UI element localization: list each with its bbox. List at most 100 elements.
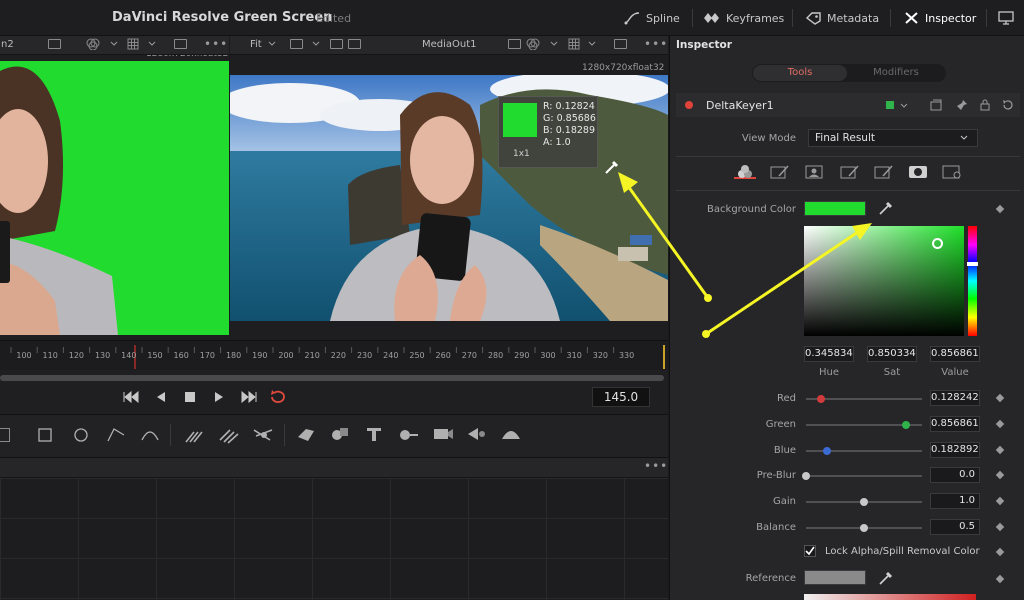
camera-3d-icon[interactable] <box>432 425 454 443</box>
loop-icon[interactable] <box>268 389 288 405</box>
merge-3d-icon[interactable] <box>398 425 420 443</box>
grid-icon[interactable] <box>127 38 139 50</box>
reference-color-swatch[interactable] <box>804 570 866 585</box>
tool-icon[interactable] <box>0 428 10 442</box>
keyframes-button[interactable]: Keyframes <box>704 0 784 36</box>
node-color-swatch[interactable] <box>886 101 894 109</box>
key-subtab-icon[interactable] <box>735 164 755 182</box>
gain-label: Gain <box>773 496 796 508</box>
more-options-icon[interactable]: ••• <box>644 459 668 473</box>
viewer-toggle-icon[interactable] <box>330 39 343 49</box>
pin-icon[interactable] <box>956 99 968 111</box>
sat-field[interactable]: 0.850334 <box>867 346 917 362</box>
red-field[interactable]: 0.128242 <box>930 390 980 406</box>
more-options-icon[interactable]: ••• <box>204 37 228 51</box>
reference-gradient-bar[interactable] <box>804 594 976 600</box>
grid-icon[interactable] <box>568 38 580 50</box>
chevron-down-icon[interactable] <box>312 41 320 47</box>
chevron-down-icon[interactable] <box>268 41 276 47</box>
safe-area-icon[interactable] <box>614 39 627 49</box>
chevron-down-icon[interactable] <box>960 135 968 141</box>
shape-3d-icon[interactable] <box>330 425 350 443</box>
chevron-down-icon[interactable] <box>110 41 118 47</box>
timeline-ruler[interactable]: 100 110 120 130 140 150 160 170 180 190 200 210 220 2… <box>0 340 668 370</box>
lock-icon[interactable] <box>980 99 990 111</box>
chevron-down-icon[interactable] <box>550 41 558 47</box>
fit-zoom-menu[interactable]: Fit <box>250 39 262 50</box>
balance-field[interactable]: 0.5 <box>930 519 980 535</box>
green-field[interactable]: 0.856861 <box>930 415 980 432</box>
ellipse-mask-icon[interactable] <box>74 428 88 442</box>
bspline-mask-icon[interactable] <box>140 428 160 442</box>
settings-subtab-icon[interactable] <box>942 164 962 182</box>
viewer-layout-icon[interactable] <box>290 39 303 49</box>
ruler-tick-label: 210 <box>304 351 320 360</box>
blue-slider-handle[interactable] <box>822 446 831 455</box>
viewer-layout-icon[interactable] <box>508 39 521 49</box>
chevron-down-icon[interactable] <box>900 103 908 109</box>
reset-icon[interactable] <box>1002 99 1014 111</box>
spotlight-3d-icon[interactable] <box>466 425 488 443</box>
balance-slider-handle[interactable] <box>860 524 868 532</box>
background-color-swatch[interactable] <box>804 201 866 216</box>
green-slider-handle[interactable] <box>901 420 910 429</box>
color-picker-handle[interactable] <box>932 238 943 249</box>
chevron-down-icon[interactable] <box>148 41 156 47</box>
image-plane-3d-icon[interactable] <box>296 425 316 443</box>
play-reverse-icon[interactable] <box>156 392 166 402</box>
color-channels-icon[interactable] <box>86 38 100 50</box>
monitor-icon[interactable] <box>998 11 1014 25</box>
safe-area-icon[interactable] <box>174 39 187 49</box>
fringe-subtab-icon[interactable] <box>840 164 860 182</box>
skip-to-end-icon[interactable] <box>240 391 258 403</box>
skip-to-start-icon[interactable] <box>122 391 140 403</box>
particle-merge-icon[interactable] <box>252 426 274 444</box>
right-viewer-node[interactable]: MediaOut1 <box>422 39 477 50</box>
eyedropper-icon[interactable] <box>878 570 894 586</box>
mask-subtab-icon[interactable] <box>908 164 928 182</box>
spline-button[interactable]: Spline <box>624 0 680 36</box>
text-3d-icon[interactable] <box>364 425 384 443</box>
hue-slider[interactable] <box>967 226 978 336</box>
renderer-3d-icon[interactable] <box>500 425 522 443</box>
matte-subtab-icon[interactable] <box>805 164 825 182</box>
view-mode-select[interactable]: Final Result <box>808 129 978 147</box>
color-picker-field[interactable] <box>804 226 964 336</box>
node-editor-canvas[interactable] <box>0 478 668 600</box>
rectangle-mask-icon[interactable] <box>38 428 52 442</box>
chevron-down-icon[interactable] <box>588 41 596 47</box>
prematte-subtab-icon[interactable] <box>770 164 790 182</box>
left-viewer-tab[interactable]: n2 <box>1 39 14 50</box>
inspector-label: Inspector <box>925 11 977 25</box>
particle-emitter-icon[interactable] <box>184 426 206 444</box>
eyedropper-icon[interactable] <box>878 200 894 216</box>
left-viewer[interactable]: 1280x720xfloat32 <box>0 55 229 340</box>
tab-modifiers[interactable]: Modifiers <box>847 65 945 81</box>
gain-field[interactable]: 1.0 <box>930 493 980 510</box>
versions-icon[interactable] <box>930 99 942 111</box>
hue-slider-handle[interactable] <box>967 262 978 266</box>
time-scrub-bar[interactable] <box>0 375 664 381</box>
pre-blur-slider[interactable] <box>806 475 922 478</box>
tab-tools[interactable]: Tools <box>753 65 847 81</box>
lock-alpha-checkbox[interactable] <box>804 545 816 557</box>
play-icon[interactable] <box>214 392 224 402</box>
right-viewer[interactable]: 1280x720xfloat32 R: 0.12824 G: 0.85686 B… <box>230 55 668 340</box>
pre-blur-field[interactable]: 0.0 <box>930 467 980 484</box>
particle-render-icon[interactable] <box>218 426 240 444</box>
viewer-toggle-icon[interactable] <box>348 39 361 49</box>
polygon-mask-icon[interactable] <box>106 427 126 443</box>
inspector-button[interactable]: Inspector <box>904 0 976 36</box>
value-field[interactable]: 0.856861 <box>930 346 980 362</box>
stop-icon[interactable] <box>185 392 195 402</box>
tuning-subtab-icon[interactable] <box>874 164 894 182</box>
viewer-layout-icon[interactable] <box>48 39 61 49</box>
more-options-icon[interactable]: ••• <box>644 37 668 51</box>
reference-label: Reference <box>745 573 796 584</box>
hue-field[interactable]: 0.345834 <box>804 346 854 362</box>
current-frame-field[interactable]: 145.0 <box>592 387 650 407</box>
blue-field[interactable]: 0.182892 <box>930 441 980 458</box>
metadata-button[interactable]: Metadata <box>806 0 879 36</box>
node-enabled-dot[interactable] <box>685 101 693 109</box>
color-channels-icon[interactable] <box>526 38 540 50</box>
